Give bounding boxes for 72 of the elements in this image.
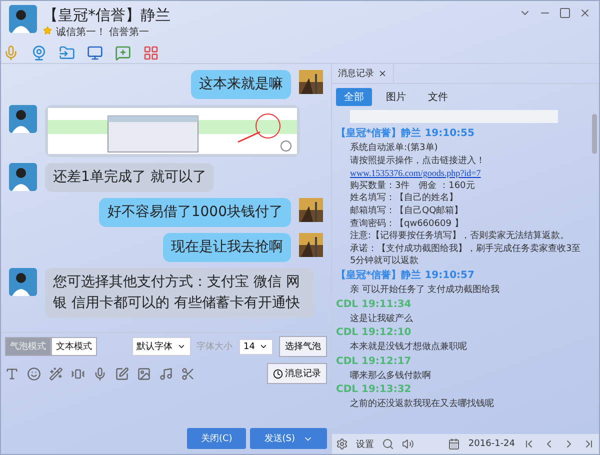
- close-icon[interactable]: [579, 7, 591, 19]
- message-bubble: 您可选择其他支付方式：支付宝 微信 网银 信用卡都可以的 有些储蓄卡有开通快: [45, 268, 315, 318]
- message-bubble: 好不容易借了1000块钱付了: [99, 198, 291, 227]
- message-header: 【皇冠*信誉】静兰 19:10:55: [336, 126, 476, 141]
- filter-tab[interactable]: 全部: [336, 88, 372, 106]
- message-text: 请按照提示操作，点击链接进入！: [349, 154, 486, 168]
- date-label: 2016-1-24: [468, 439, 515, 449]
- mode-tab[interactable]: 文本模式: [51, 337, 97, 356]
- caret-icon: [176, 342, 186, 351]
- message-text: 姓名填写：【自己的姓名】: [349, 192, 459, 205]
- message-text: 邮箱填写：【自己QQ邮箱】: [349, 204, 464, 218]
- contact-signature: 诚信第一！ 信誉第一: [43, 25, 170, 39]
- monitor-icon[interactable]: [87, 45, 103, 61]
- link[interactable]: www.1535376.com/goods.php?id=7: [336, 167, 585, 180]
- message-bubble: 这本来就是嘛: [191, 70, 291, 99]
- edit-icon[interactable]: [115, 366, 129, 380]
- message-text: 哪来那么多钱付款啊: [349, 370, 432, 382]
- avatar: [9, 268, 37, 296]
- close-button[interactable]: 关闭(C): [186, 428, 246, 449]
- font-size-label: 字体大小: [196, 340, 233, 353]
- message-text: 注意:【记得要按任务填写】，否则卖家无法结算返款。: [349, 230, 570, 243]
- message-header: CDL 19:11:34: [336, 298, 412, 312]
- font-icon[interactable]: [5, 366, 19, 380]
- message-text: 系统自动派单:(第3单): [349, 142, 439, 155]
- message-bubble: 还差1单完成了 就可以了: [45, 163, 214, 192]
- contact-name: 【皇冠*信誉】静兰: [43, 5, 170, 25]
- history-tab[interactable]: 消息记录: [332, 64, 394, 83]
- microphone-icon[interactable]: [93, 366, 107, 380]
- message-header: CDL 19:13:32: [336, 383, 412, 398]
- shake-icon[interactable]: [71, 366, 85, 380]
- message-text: 购买数量：3件 佣金 ：160元: [349, 180, 476, 192]
- magic-wand-icon[interactable]: [49, 366, 63, 380]
- close-icon[interactable]: [378, 69, 387, 78]
- message-text: 查询密码：【qw660609 】: [349, 218, 464, 230]
- filter-tab[interactable]: 文件: [420, 88, 456, 106]
- avatar: [9, 105, 37, 133]
- avatar: [9, 5, 37, 33]
- music-icon[interactable]: [159, 366, 173, 380]
- message-header: 【皇冠*信誉】静兰 19:10:57: [336, 268, 476, 283]
- first-page-icon[interactable]: [523, 438, 535, 450]
- emoji-icon[interactable]: [27, 366, 41, 380]
- message-text: 承诺：【支付成功截图给我】，刷手完成任务卖家查收3至5分钟就可以返款: [349, 242, 582, 268]
- settings-label[interactable]: 设置: [356, 438, 374, 450]
- message-bubble: 现在是让我去抢啊: [163, 233, 291, 262]
- history-button[interactable]: 消息记录: [267, 363, 327, 384]
- message-text: 亲 可以开始任务了 支付成功截图给我: [349, 284, 501, 297]
- caret-icon: [259, 342, 268, 351]
- message-text: 这是让我破产么: [349, 312, 414, 326]
- message-header: CDL 19:12:10: [336, 326, 412, 340]
- folder-icon[interactable]: [59, 45, 75, 61]
- send-button[interactable]: 发送(S): [250, 428, 327, 449]
- bubble-button[interactable]: 选择气泡: [279, 336, 327, 357]
- search-icon[interactable]: [382, 438, 394, 450]
- image-icon[interactable]: [137, 366, 151, 380]
- webcam-icon[interactable]: [31, 45, 47, 61]
- avatar: [9, 163, 37, 191]
- scrollbar[interactable]: [592, 114, 597, 154]
- last-page-icon[interactable]: [583, 438, 595, 450]
- settings-icon[interactable]: [336, 438, 348, 450]
- font-size-select[interactable]: 14: [238, 338, 273, 354]
- message-text: 之前的还没返款我现在又去哪找钱呢: [349, 398, 495, 411]
- font-select[interactable]: 默认字体: [132, 337, 191, 356]
- message-header: CDL 19:12:17: [336, 354, 412, 369]
- chat-add-icon[interactable]: [115, 45, 131, 61]
- scissors-icon[interactable]: [181, 366, 195, 380]
- clock-icon: [273, 368, 283, 378]
- speaker-icon[interactable]: [402, 438, 414, 450]
- message-text: 本来就是没钱才想做点兼职呢: [349, 341, 468, 354]
- apps-icon[interactable]: [143, 45, 159, 61]
- filter-tab[interactable]: 图片: [378, 88, 414, 106]
- maximize-icon[interactable]: [559, 7, 571, 19]
- calendar-icon[interactable]: [448, 438, 460, 450]
